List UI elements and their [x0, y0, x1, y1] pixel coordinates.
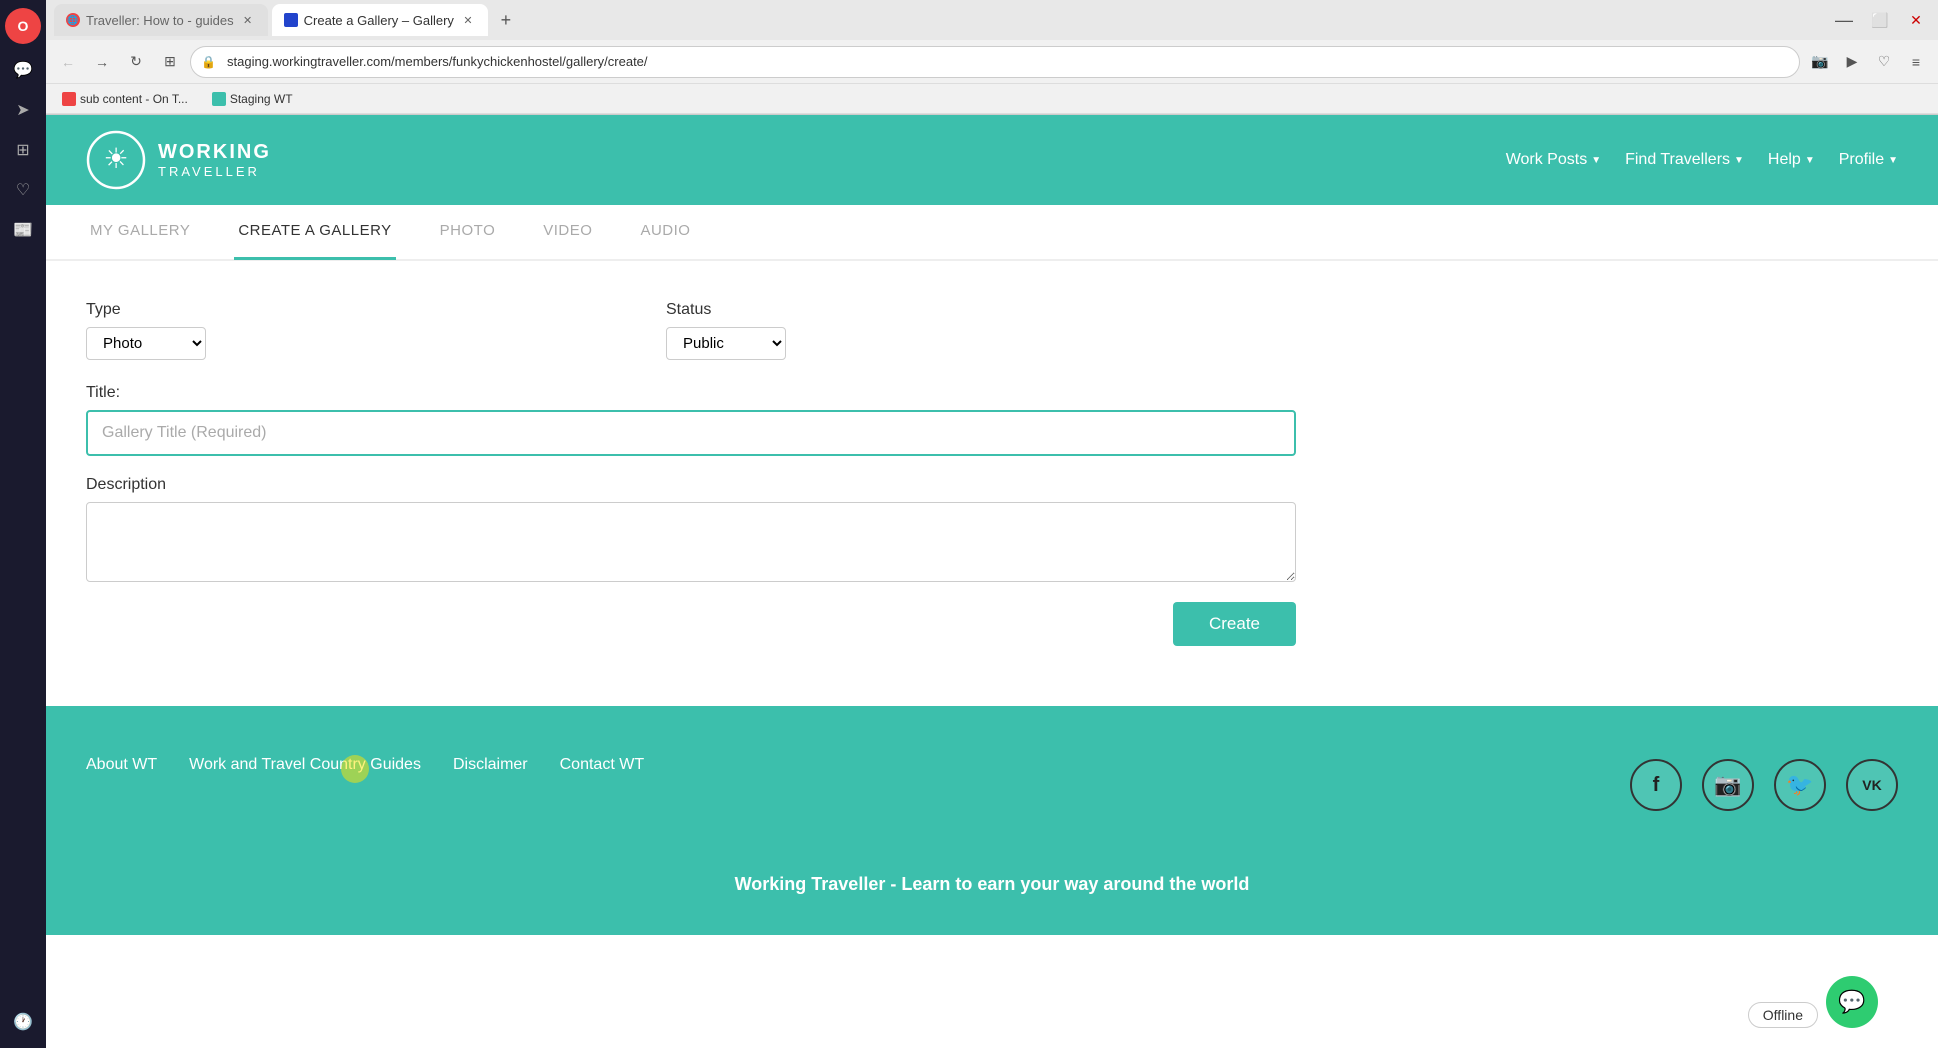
- tab-photo[interactable]: PHOTO: [436, 204, 500, 260]
- nav-profile-caret: ▼: [1888, 155, 1898, 166]
- chat-icon: 💬: [1838, 989, 1865, 1015]
- footer-contact[interactable]: Contact WT: [560, 756, 644, 774]
- clock-icon[interactable]: 🕐: [5, 1004, 41, 1040]
- site-header: ☀ WORKING TRAVELLER Work Posts ▼ Find Tr…: [46, 115, 1938, 205]
- type-label: Type: [86, 301, 206, 319]
- logo-area[interactable]: ☀ WORKING TRAVELLER: [86, 130, 271, 190]
- instagram-icon[interactable]: 📷: [1702, 759, 1754, 811]
- news-icon[interactable]: 📰: [5, 212, 41, 248]
- nav-profile[interactable]: Profile ▼: [1839, 151, 1898, 169]
- form-area: Type Photo Video Audio Status Public Pri…: [46, 261, 1486, 706]
- tab-photo-label: PHOTO: [440, 222, 496, 239]
- tab-video-label: VIDEO: [543, 222, 592, 239]
- tab1-label: Traveller: How to - guides: [86, 13, 234, 28]
- tab-audio-label: AUDIO: [640, 222, 690, 239]
- twitter-icon[interactable]: 🐦: [1774, 759, 1826, 811]
- cast-icon[interactable]: ▶: [1838, 48, 1866, 76]
- logo-working: WORKING: [158, 141, 271, 164]
- nav-work-posts-caret: ▼: [1591, 155, 1601, 166]
- svg-text:☀: ☀: [103, 143, 128, 174]
- tab-create-gallery[interactable]: Create a Gallery – Gallery ✕: [272, 4, 488, 36]
- offline-label: Offline: [1763, 1007, 1803, 1023]
- window-restore-icon[interactable]: ⬜: [1866, 6, 1894, 34]
- reload-button[interactable]: ↻: [122, 48, 150, 76]
- nav-find-travellers-caret: ▼: [1734, 155, 1744, 166]
- screenshot-icon[interactable]: 📷: [1806, 48, 1834, 76]
- nav-help-label: Help: [1768, 151, 1801, 169]
- address-text: staging.workingtraveller.com/members/fun…: [227, 54, 648, 69]
- logo-icon: ☀: [86, 130, 146, 190]
- logo-text: WORKING TRAVELLER: [158, 141, 271, 179]
- tab-my-gallery-label: MY GALLERY: [90, 222, 190, 239]
- tab1-close-icon[interactable]: ✕: [240, 12, 256, 28]
- type-select[interactable]: Photo Video Audio: [86, 327, 206, 360]
- apps-icon[interactable]: ⊞: [5, 132, 41, 168]
- footer-bottom-text: Working Traveller - Learn to earn your w…: [86, 874, 1898, 895]
- logo-traveller: TRAVELLER: [158, 164, 271, 179]
- footer-country-guides[interactable]: Work and Travel Country Guides: [189, 756, 421, 774]
- nav-help-caret: ▼: [1805, 155, 1815, 166]
- tab2-favicon: [284, 13, 298, 27]
- facebook-icon[interactable]: f: [1630, 759, 1682, 811]
- send-icon[interactable]: ➤: [5, 92, 41, 128]
- bookmark1-label: sub content - On T...: [80, 92, 188, 106]
- menu-icon[interactable]: ≡: [1902, 48, 1930, 76]
- window-close-icon[interactable]: ✕: [1902, 6, 1930, 34]
- title-label: Title:: [86, 384, 1446, 402]
- offline-badge: Offline: [1748, 1002, 1818, 1028]
- opera-logo-icon[interactable]: O: [5, 8, 41, 44]
- site-footer: About WT Work and Travel Country Guides …: [46, 706, 1938, 935]
- create-button[interactable]: Create: [1173, 602, 1296, 646]
- lock-icon: 🔒: [201, 55, 216, 69]
- nav-profile-label: Profile: [1839, 151, 1884, 169]
- description-label: Description: [86, 476, 1446, 494]
- tab-audio[interactable]: AUDIO: [636, 204, 694, 260]
- status-select[interactable]: Public Private: [666, 327, 786, 360]
- tab-video[interactable]: VIDEO: [539, 204, 596, 260]
- status-label: Status: [666, 301, 786, 319]
- tab1-favicon: 🌐: [66, 13, 80, 27]
- form-actions: Create: [86, 602, 1296, 646]
- description-input[interactable]: [86, 502, 1296, 582]
- footer-links: About WT Work and Travel Country Guides …: [86, 756, 644, 774]
- footer-about[interactable]: About WT: [86, 756, 157, 774]
- bookmark2-label: Staging WT: [230, 92, 293, 106]
- forward-button[interactable]: →: [88, 48, 116, 76]
- tab2-label: Create a Gallery – Gallery: [304, 13, 454, 28]
- footer-disclaimer[interactable]: Disclaimer: [453, 756, 528, 774]
- vk-icon[interactable]: VK: [1846, 759, 1898, 811]
- nav-work-posts[interactable]: Work Posts ▼: [1506, 151, 1601, 169]
- chat-bubble[interactable]: 💬: [1826, 976, 1878, 1028]
- title-input[interactable]: [86, 410, 1296, 456]
- status-group: Status Public Private: [666, 301, 786, 360]
- grid-view-button[interactable]: ⊞: [156, 48, 184, 76]
- tab-traveller[interactable]: 🌐 Traveller: How to - guides ✕: [54, 4, 268, 36]
- tab-create-a-gallery[interactable]: CREATE A GALLERY: [234, 204, 395, 260]
- messages-icon[interactable]: 💬: [5, 52, 41, 88]
- bookmark-staging[interactable]: Staging WT: [204, 90, 301, 108]
- bookmarks-bar: sub content - On T... Staging WT: [46, 84, 1938, 114]
- tab-my-gallery[interactable]: MY GALLERY: [86, 204, 194, 260]
- nav-work-posts-label: Work Posts: [1506, 151, 1588, 169]
- tab2-close-icon[interactable]: ✕: [460, 12, 476, 28]
- window-minimize-icon[interactable]: —: [1830, 6, 1858, 34]
- nav-find-travellers-label: Find Travellers: [1625, 151, 1730, 169]
- tab-create-a-gallery-label: CREATE A GALLERY: [238, 222, 391, 239]
- nav-find-travellers[interactable]: Find Travellers ▼: [1625, 151, 1744, 169]
- nav-help[interactable]: Help ▼: [1768, 151, 1815, 169]
- back-button[interactable]: ←: [54, 48, 82, 76]
- title-group: Title:: [86, 384, 1446, 456]
- left-sidebar: O 💬 ➤ ⊞ ♡ 📰 🕐: [0, 0, 46, 1048]
- bookmark-subcontent[interactable]: sub content - On T...: [54, 90, 196, 108]
- footer-social: f 📷 🐦 VK: [1630, 759, 1898, 811]
- favorites-icon[interactable]: ♡: [1870, 48, 1898, 76]
- new-tab-button[interactable]: +: [492, 6, 520, 34]
- page-nav: MY GALLERY CREATE A GALLERY PHOTO VIDEO …: [46, 205, 1938, 261]
- address-bar[interactable]: 🔒 staging.workingtraveller.com/members/f…: [190, 46, 1800, 78]
- site-nav: Work Posts ▼ Find Travellers ▼ Help ▼ Pr…: [1506, 151, 1898, 169]
- heart-icon[interactable]: ♡: [5, 172, 41, 208]
- description-group: Description: [86, 476, 1446, 582]
- type-group: Type Photo Video Audio: [86, 301, 206, 360]
